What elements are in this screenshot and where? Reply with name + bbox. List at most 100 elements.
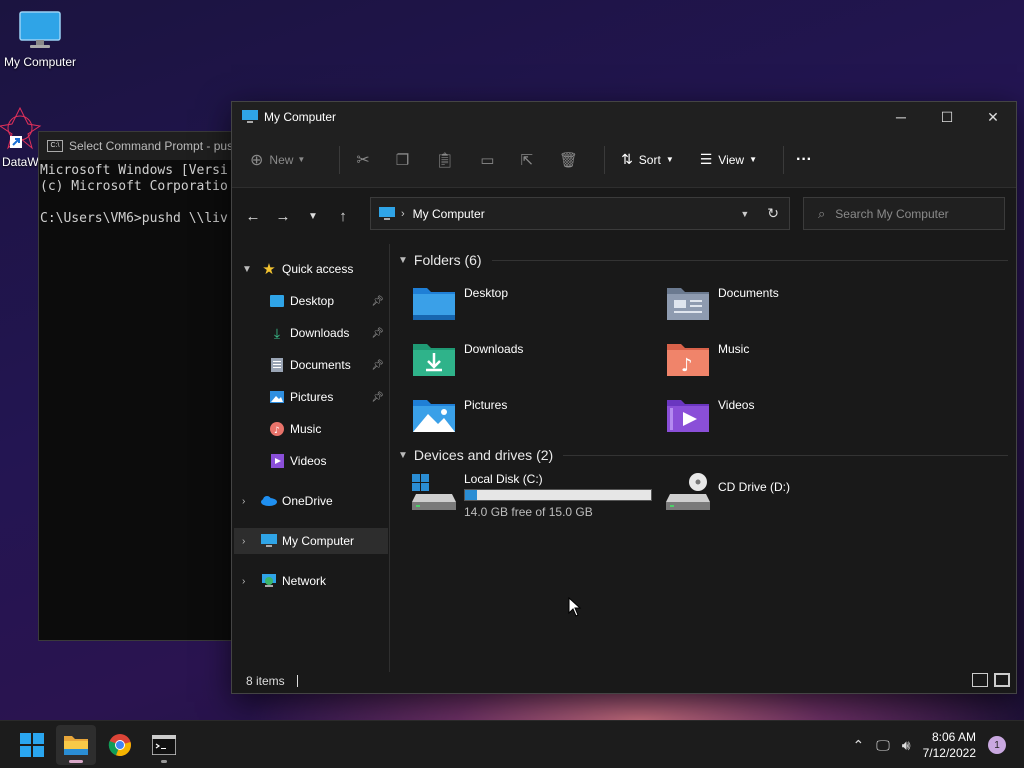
up-arrow-icon[interactable]: ↑ [328,208,358,225]
sidebar-item-downloads[interactable]: ⤓ Downloads 📌︎ [234,320,388,346]
delete-icon[interactable]: 🗑︎ [559,151,578,169]
sidebar-item-documents[interactable]: Documents 📌︎ [234,352,388,378]
pin-icon[interactable]: 📌︎ [371,328,384,339]
search-box[interactable]: ⌕ [803,197,1005,230]
folder-name: Videos [718,398,755,412]
chevron-right-icon[interactable]: › [242,496,256,507]
new-button-label: New [269,152,294,167]
close-button[interactable]: ✕ [970,102,1016,132]
desktop-icon-my-computer[interactable]: My Computer [0,10,80,69]
sidebar-item-videos[interactable]: Videos [234,448,388,474]
windows-logo-icon [20,733,44,757]
command-prompt-window[interactable]: C:\ Select Command Prompt - pus Microsof… [38,131,238,641]
drives-group-header[interactable]: ▼ Devices and drives (2) [398,447,1008,463]
sidebar-item-my-computer[interactable]: › My Computer [234,528,388,554]
group-title: Folders (6) [413,252,482,268]
search-icon: ⌕ [818,205,826,221]
new-button[interactable]: ⊕ New ▼ [250,150,305,170]
address-bar[interactable]: › My Computer ▼ ↻ [370,197,790,230]
folder-name: Pictures [464,398,508,412]
chevron-down-icon[interactable]: ▼ [398,450,408,461]
taskbar-file-explorer[interactable] [56,725,96,765]
chevron-right-icon[interactable]: › [242,576,256,587]
chevron-down-icon: ▼ [665,155,674,164]
search-input[interactable] [835,206,986,221]
sidebar-item-quick-access[interactable]: ▼ ★ Quick access [234,256,388,282]
cmd-output[interactable]: Microsoft Windows [Versi (c) Microsoft C… [39,160,237,227]
document-icon [268,358,286,372]
view-button[interactable]: ☰ View ▼ [700,151,757,168]
folder-downloads[interactable]: Downloads [412,338,652,382]
drive-cd-d[interactable]: CD Drive (D:) [666,472,906,516]
breadcrumb[interactable]: My Computer [413,207,741,221]
folder-videos[interactable]: Videos [666,394,906,438]
sidebar-item-onedrive[interactable]: › OneDrive [234,488,388,514]
maximize-button[interactable]: ☐ [924,102,970,132]
drive-info: Local Disk (C:) 14.0 GB free of 15.0 GB [464,472,652,519]
breadcrumb-chevron-icon: › [401,207,405,220]
sidebar-item-music[interactable]: ♪ Music [234,416,388,442]
explorer-window[interactable]: My Computer ─ ☐ ✕ ⊕ New ▼ ✂ ❐ 📋︎ ▭ ⇱ 🗑︎ … [231,101,1017,694]
monitor-icon [242,110,258,123]
status-bar: 8 items [232,669,1016,693]
content-pane[interactable]: ▼ Folders (6) Desktop Documents Download… [398,244,1016,672]
cd-drive-icon [666,473,710,510]
command-bar: ⊕ New ▼ ✂ ❐ 📋︎ ▭ ⇱ 🗑︎ ⇅ Sort ▼ ☰ View ▼ … [232,132,1016,188]
more-options-button[interactable]: ··· [796,151,812,169]
pictures-icon [268,391,286,403]
share-icon[interactable]: ⇱ [520,151,533,169]
notification-badge[interactable]: 1 [988,736,1006,754]
chevron-down-icon[interactable]: ▼ [242,264,256,275]
clock[interactable]: 8:06 AM 7/12/2022 [923,729,976,761]
datawrapper-icon [0,106,42,150]
network-status-icon[interactable]: 🖵︎ [876,737,890,754]
details-view-icon[interactable] [972,673,988,687]
folder-documents[interactable]: Documents [666,282,906,326]
sidebar-item-network[interactable]: › Network [234,568,388,594]
recent-dropdown-icon[interactable]: ▼ [298,211,328,222]
chevron-down-icon[interactable]: ▼ [740,209,749,219]
drive-usage-fill [465,490,478,500]
chevron-up-icon[interactable]: ⌃ [853,737,865,754]
tiles-view-icon[interactable] [994,673,1010,687]
taskbar-command-prompt[interactable] [144,725,184,765]
refresh-icon[interactable]: ↻ [767,205,779,222]
cmd-titlebar[interactable]: C:\ Select Command Prompt - pus [39,132,237,160]
cut-icon[interactable]: ✂ [356,150,369,170]
folder-desktop[interactable]: Desktop [412,282,652,326]
view-button-label: View [718,152,745,167]
drive-name: CD Drive (D:) [718,480,790,494]
chevron-right-icon[interactable]: › [242,536,256,547]
monitor-icon [260,534,278,548]
drive-free-space: 14.0 GB free of 15.0 GB [464,505,593,519]
taskbar-chrome[interactable] [100,725,140,765]
music-folder-icon: ♪ [667,344,709,376]
back-arrow-icon[interactable]: ← [238,208,268,225]
folder-music[interactable]: ♪ Music [666,338,906,382]
folder-name: Desktop [464,286,509,300]
forward-arrow-icon[interactable]: → [268,208,298,225]
paste-icon[interactable]: 📋︎ [435,151,454,169]
rename-icon[interactable]: ▭ [480,151,494,169]
plus-circle-icon: ⊕ [250,151,264,169]
pin-icon[interactable]: 📌︎ [371,360,384,371]
sidebar-item-desktop[interactable]: Desktop 📌︎ [234,288,388,314]
folder-pictures[interactable]: Pictures [412,394,652,438]
pin-icon[interactable]: 📌︎ [371,392,384,403]
sidebar-item-pictures[interactable]: Pictures 📌︎ [234,384,388,410]
chevron-down-icon[interactable]: ▼ [398,255,408,266]
copy-icon[interactable]: ❐ [396,151,409,169]
volume-icon[interactable]: 🔊︎ [902,737,911,754]
toolbar-divider [339,145,341,174]
pin-icon[interactable]: 📌︎ [371,296,384,307]
group-title: Devices and drives (2) [413,447,554,463]
cmd-icon: C:\ [47,140,63,152]
drive-local-disk-c[interactable]: Local Disk (C:) 14.0 GB free of 15.0 GB [412,472,662,522]
minimize-button[interactable]: ─ [878,102,924,132]
videos-icon [268,454,286,468]
folders-group-header[interactable]: ▼ Folders (6) [398,252,1008,268]
explorer-titlebar[interactable]: My Computer ─ ☐ ✕ [232,102,1016,132]
sort-button[interactable]: ⇅ Sort ▼ [621,151,674,168]
pictures-folder-icon [413,400,455,432]
start-button[interactable] [12,725,52,765]
